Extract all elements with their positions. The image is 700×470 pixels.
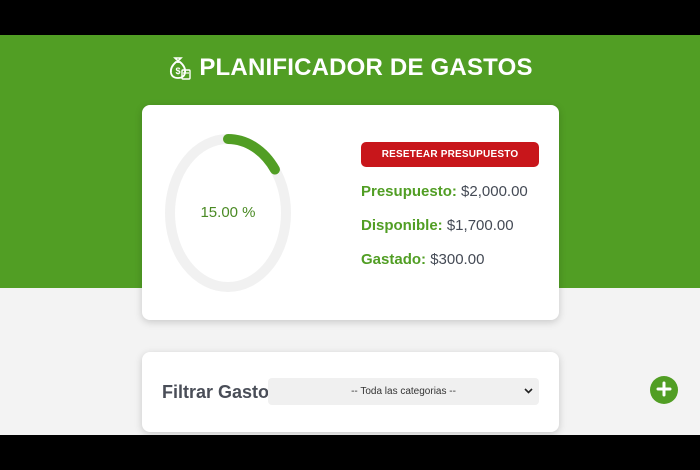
stat-spent-label: Gastado: [361, 251, 427, 268]
budget-progress-arc [223, 134, 280, 175]
reset-budget-button[interactable]: RESETEAR PRESUPUESTO [361, 142, 539, 167]
filter-card: Filtrar Gastos -- Toda las categorias -- [142, 352, 559, 432]
app-title: PLANIFICADOR DE GASTOS [199, 54, 533, 81]
bottom-letterbox [0, 435, 700, 470]
add-expense-button[interactable] [650, 376, 678, 404]
budget-progress-ring: 15.00 % [162, 130, 294, 296]
budget-card: 15.00 % RESETEAR PRESUPUESTO Presupuesto… [142, 105, 559, 320]
svg-text:$: $ [176, 66, 181, 76]
stat-available-value: $1,700.00 [446, 217, 514, 234]
app-header: $ PLANIFICADOR DE GASTOS [0, 54, 700, 82]
category-filter-selected: -- Toda las categorias -- [351, 386, 456, 397]
stat-budget-value: $2,000.00 [461, 183, 528, 200]
stat-spent: Gastado: $300.00 [361, 251, 484, 268]
budget-percent-label: 15.00 % [200, 204, 256, 221]
category-filter-select[interactable]: -- Toda las categorias -- [268, 378, 539, 405]
filter-label: Filtrar Gastos [162, 382, 280, 402]
stat-available: Disponible: $1,700.00 [361, 217, 514, 234]
money-bag-icon: $ [167, 55, 192, 81]
plus-icon [656, 381, 672, 400]
stat-budget: Presupuesto: $2,000.00 [361, 183, 528, 200]
stat-budget-label: Presupuesto: [361, 183, 457, 200]
chevron-down-icon [524, 386, 533, 397]
top-letterbox [0, 0, 700, 35]
stat-spent-value: $300.00 [430, 251, 485, 268]
stat-available-label: Disponible: [361, 217, 443, 234]
